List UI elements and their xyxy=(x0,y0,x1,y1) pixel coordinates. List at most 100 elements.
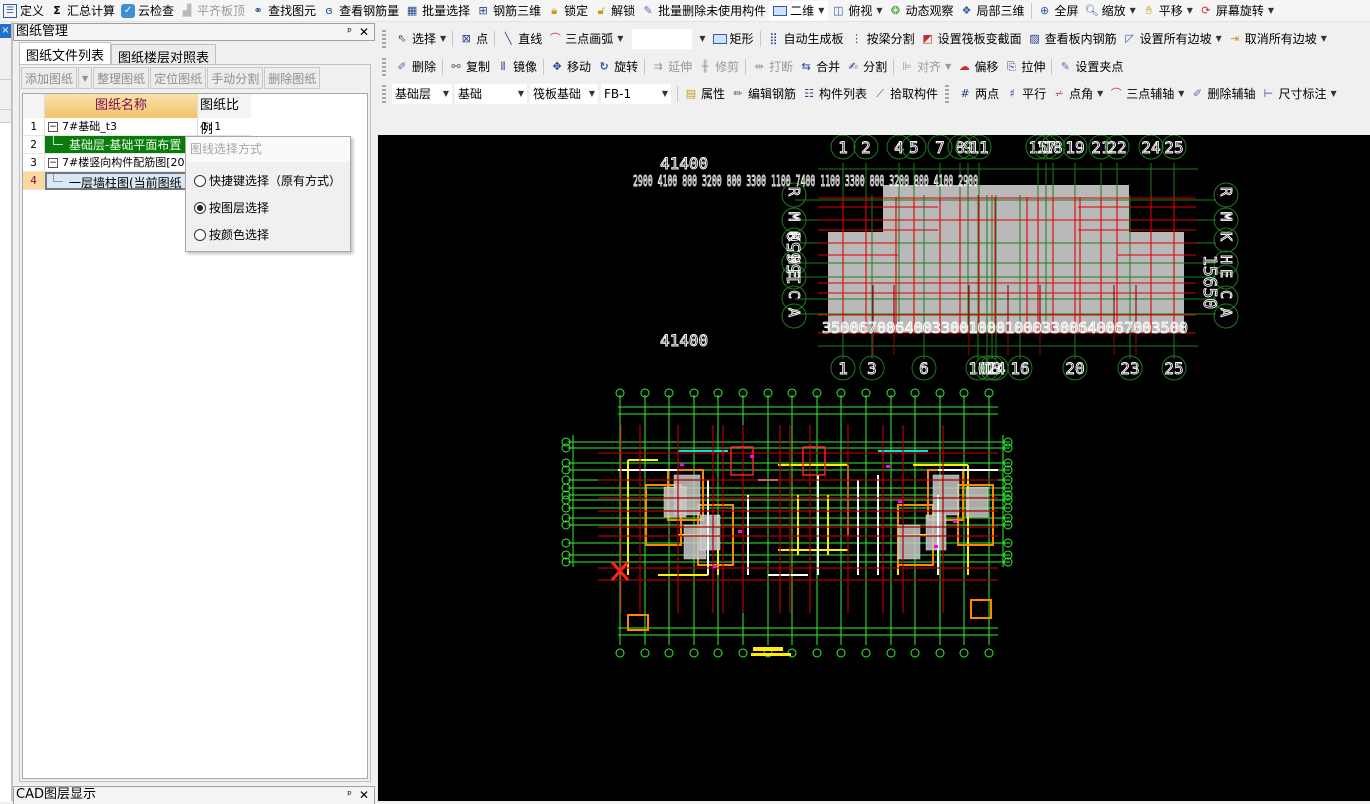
component-select[interactable]: FB-1 ▼ xyxy=(601,83,671,104)
define-icon: ☰ xyxy=(3,3,17,18)
batch-select-button[interactable]: ▦ 批量选择 xyxy=(402,1,473,21)
arc-param-combo[interactable] xyxy=(632,28,693,49)
batch-delete-unused-button[interactable]: ✎ 批量删除未使用构件 xyxy=(638,1,769,21)
split-button[interactable]: ✍ 分割 xyxy=(843,57,890,77)
unlock-button[interactable]: 🔓︎ 解锁 xyxy=(591,1,638,21)
organize-drawing-button[interactable]: 整理图纸 xyxy=(93,67,150,89)
chevron-down-icon: ▼ xyxy=(617,34,624,43)
view-slab-rebar-button[interactable]: ▨ 查看板内钢筋 xyxy=(1025,29,1120,49)
set-all-slopes-button[interactable]: ◸ 设置所有边坡 ▼ xyxy=(1120,29,1225,49)
close-icon[interactable]: × xyxy=(0,24,11,38)
toolbar-grip[interactable] xyxy=(382,29,386,48)
view-rebar-qty-button[interactable]: ɞ 查看钢筋量 xyxy=(319,1,402,21)
set-grip-point-button[interactable]: ✎ 设置夹点 xyxy=(1055,57,1126,77)
delete-drawing-button[interactable]: 删除图纸 xyxy=(264,67,321,89)
chevron-down-icon: ▼ xyxy=(876,6,883,15)
move-icon: ✥ xyxy=(552,59,562,73)
select-button[interactable]: ⇖ 选择 ▼ xyxy=(392,29,449,49)
add-drawing-dropdown[interactable]: ▼ xyxy=(78,67,93,89)
stretch-button[interactable]: ⎘ 拉伸 xyxy=(1001,57,1048,77)
define-button[interactable]: ☰ 定义 xyxy=(0,1,47,21)
extend-button[interactable]: ⇉ 延伸 xyxy=(648,57,695,77)
component-list-button[interactable]: ☷ 构件列表 xyxy=(799,84,870,104)
floor-select[interactable]: 基础层 ▼ xyxy=(392,83,452,104)
view-mode-select[interactable]: 二维 ▼ xyxy=(769,0,829,21)
layer-panel-title: CAD图层显示 xyxy=(16,787,96,802)
find-element-button[interactable]: ⚭ 查找图元 xyxy=(248,1,319,21)
merge-button[interactable]: ⇆ 合并 xyxy=(796,57,843,77)
lock-button[interactable]: 🔒︎ 锁定 xyxy=(544,1,591,21)
chevron-down-icon[interactable]: ▼ xyxy=(699,34,705,43)
summary-calc-button[interactable]: Σ 汇总计算 xyxy=(47,1,118,21)
column-header-name[interactable]: 图纸名称 xyxy=(45,94,197,118)
screen-rotate-button[interactable]: ⟳ 屏幕旋转 ▼ xyxy=(1196,1,1277,21)
top-view-button[interactable]: ◫ 俯视 ▼ xyxy=(828,1,885,21)
cad-drawing-canvas[interactable]: 1 2 4 5 7 8 9 11 15 17 18 19 21 22 24 25 1 3 6 10 12 13 14 16 20… xyxy=(378,135,1370,801)
break-button[interactable]: ⇹ 打断 xyxy=(749,57,796,77)
add-drawing-button[interactable]: 添加图纸 xyxy=(21,67,78,89)
tab-drawing-file-list[interactable]: 图纸文件列表 xyxy=(19,42,112,64)
parallel-axis-button[interactable]: ♯ 平行 xyxy=(1002,84,1049,104)
point-angle-axis-button[interactable]: ⩫ 点角 ▼ xyxy=(1049,84,1106,104)
fullscreen-button[interactable]: ⊕ 全屏 xyxy=(1035,1,1082,21)
zoom-button[interactable]: 🔍︎ 缩放 ▼ xyxy=(1082,1,1139,21)
cloud-check-button[interactable]: ✓ 云检查 xyxy=(118,1,177,21)
dimension-button[interactable]: ⊢ 尺寸标注 ▼ xyxy=(1258,84,1339,104)
pan-button[interactable]: ✋︎ 平移 ▼ xyxy=(1139,1,1196,21)
properties-button[interactable]: ▤ 属性 xyxy=(681,84,728,104)
three-point-axis-button[interactable]: ⌒ 三点辅轴 ▼ xyxy=(1106,84,1187,104)
rectangle-button[interactable]: 矩形 xyxy=(710,29,757,49)
cancel-all-slopes-button[interactable]: ⇥ 取消所有边坡 ▼ xyxy=(1225,29,1330,49)
set-raft-section-button[interactable]: ◩ 设置筏板变截面 xyxy=(918,29,1025,49)
tab-drawing-floor-map[interactable]: 图纸楼层对照表 xyxy=(111,44,217,66)
axis-bubble xyxy=(615,648,625,658)
edit-rebar-button[interactable]: ✏ 编辑钢筋 xyxy=(728,84,799,104)
type-select[interactable]: 筏板基础 ▼ xyxy=(530,83,598,104)
copy-button[interactable]: ⚯ 复制 xyxy=(446,57,493,77)
rotate-button[interactable]: ↻ 旋转 xyxy=(594,57,641,77)
rebar-3d-button[interactable]: ⊞ 钢筋三维 xyxy=(473,1,544,21)
mirror-button[interactable]: ⫴ 镜像 xyxy=(493,57,540,77)
local-3d-icon: ❖ xyxy=(961,3,972,17)
point-button[interactable]: ⊠ 点 xyxy=(456,29,491,49)
collapse-toggle-icon[interactable]: − xyxy=(48,122,58,132)
line-button[interactable]: ╲ 直线 xyxy=(498,29,545,49)
bottom-total-dimension: 41400 xyxy=(660,331,708,350)
align-slab-top-button[interactable]: ▟ 平齐板顶 xyxy=(177,1,248,21)
close-icon[interactable]: ✕ xyxy=(359,24,369,40)
delete-axis-button[interactable]: ✐ 删除辅轴 xyxy=(1187,84,1258,104)
toolbar-grip[interactable] xyxy=(382,57,386,76)
locate-drawing-button[interactable]: 定位图纸 xyxy=(150,67,207,89)
glasses-icon: ɞ xyxy=(325,3,333,17)
dynamic-orbit-button[interactable]: ❂ 动态观察 xyxy=(886,1,957,21)
merge-icon: ⇆ xyxy=(801,59,811,73)
radio-color-select[interactable]: 按颜色选择 xyxy=(194,226,269,243)
side-tab[interactable] xyxy=(0,50,11,80)
drawing-action-bar: 添加图纸 ▼ 整理图纸 定位图纸 手动分割 删除图纸 xyxy=(21,67,321,89)
radio-shortcut-select[interactable]: 快捷键选择（原有方式） xyxy=(194,172,341,189)
collapse-toggle-icon[interactable]: − xyxy=(48,158,58,168)
trim-button[interactable]: ╫ 修剪 xyxy=(695,57,742,77)
toolbar-grip[interactable] xyxy=(945,84,950,103)
axis-label: 7 xyxy=(935,138,945,157)
two-point-axis-button[interactable]: # 两点 xyxy=(955,84,1002,104)
toolbar-separator xyxy=(494,30,496,47)
split-by-beam-button[interactable]: ⋮ 按梁分割 xyxy=(847,29,918,49)
local-3d-button[interactable]: ❖ 局部三维 xyxy=(957,1,1028,21)
side-tab[interactable] xyxy=(0,80,11,110)
three-point-arc-button[interactable]: ⌒ 三点画弧 ▼ xyxy=(545,29,626,49)
move-button[interactable]: ✥ 移动 xyxy=(547,57,594,77)
pin-icon[interactable]: ᵖ xyxy=(347,24,352,40)
delete-button[interactable]: ✐ 删除 xyxy=(392,57,439,77)
category-select[interactable]: 基础 ▼ xyxy=(455,83,527,104)
manual-split-button[interactable]: 手动分割 xyxy=(207,67,264,89)
auto-generate-slab-button[interactable]: ⣿ 自动生成板 xyxy=(764,29,847,49)
radio-layer-select[interactable]: 按图层选择 xyxy=(194,199,269,216)
align-button[interactable]: ⊫ 对齐 ▼ xyxy=(897,57,954,77)
column-header-scale[interactable]: 图纸比例 xyxy=(197,94,251,137)
toolbar-grip[interactable] xyxy=(382,84,386,103)
toolbar-separator xyxy=(452,30,454,47)
pick-component-button[interactable]: ⟋ 拾取构件 xyxy=(870,84,941,104)
offset-button[interactable]: ☁ 偏移 xyxy=(954,57,1001,77)
axis-bubble xyxy=(836,648,846,658)
